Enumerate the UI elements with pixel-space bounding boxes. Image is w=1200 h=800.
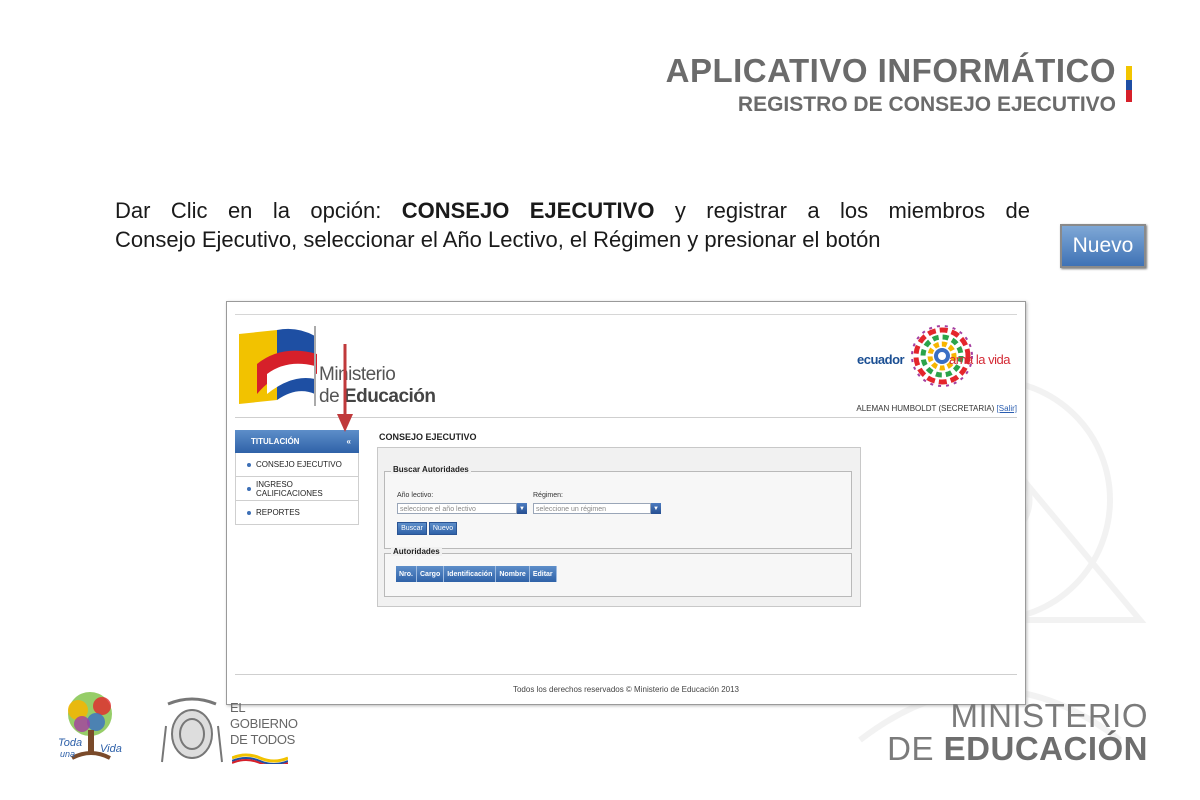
instruction-line-1: Dar Clic en la opción: CONSEJO EJECUTIVO… xyxy=(115,196,1030,225)
toda-text: Toda xyxy=(58,737,82,749)
una-text: una xyxy=(60,749,75,759)
instruction-highlight: CONSEJO EJECUTIVO xyxy=(401,198,655,223)
educacion-text: DE EDUCACIÓN xyxy=(887,730,1148,768)
red-arrow-icon xyxy=(337,344,353,432)
flag-wave-icon xyxy=(232,753,288,764)
vida-text: Vida xyxy=(100,743,122,755)
gobierno-line: EL xyxy=(230,700,246,715)
educacion-bold-text: EDUCACIÓN xyxy=(943,730,1148,767)
flag-icon xyxy=(1126,66,1132,102)
toda-una-vida-logo-icon: Toda una Vida xyxy=(58,692,122,760)
nuevo-button-illustration[interactable]: Nuevo xyxy=(1060,224,1146,268)
instruction-line-2: Consejo Ejecutivo, seleccionar el Año Le… xyxy=(115,227,881,252)
instruction-text-cont: y registrar a los miembros de xyxy=(654,198,1031,223)
gobierno-line: GOBIERNO xyxy=(230,716,298,731)
de-text: DE xyxy=(887,730,944,767)
slide-subtitle: REGISTRO DE CONSEJO EJECUTIVO xyxy=(737,93,1116,116)
instruction-text: Dar Clic en la opción: xyxy=(115,198,402,223)
gobierno-de-todos-text: EL GOBIERNO DE TODOS xyxy=(230,700,298,748)
ecuador-coat-of-arms-icon xyxy=(161,697,223,763)
app-screenshot: Ministerio de Educación ecuador ama la v… xyxy=(226,301,1026,705)
gobierno-line: DE TODOS xyxy=(230,732,296,747)
slide-title: APLICATIVO INFORMÁTICO xyxy=(665,52,1116,89)
